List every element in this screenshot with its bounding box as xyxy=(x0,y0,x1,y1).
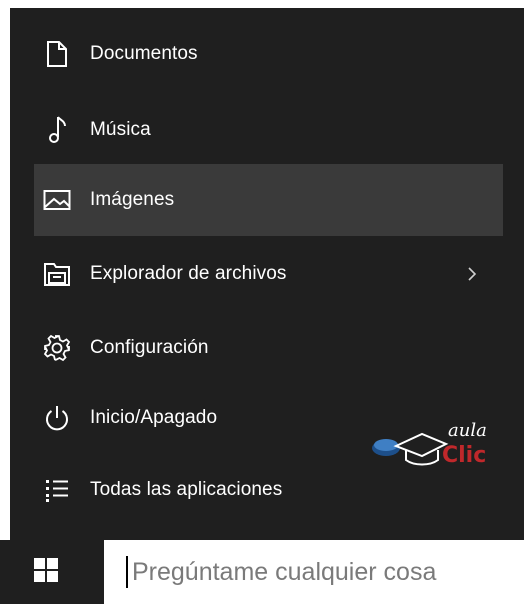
search-placeholder: Pregúntame cualquier cosa xyxy=(132,557,437,586)
menu-item-label: Explorador de archivos xyxy=(90,263,287,284)
menu-item-explorador[interactable]: Explorador de archivos xyxy=(34,248,503,300)
start-menu-panel: Documentos Música Imágenes Explorador de… xyxy=(10,8,524,540)
start-menu: Documentos Música Imágenes Explorador de… xyxy=(0,0,524,604)
taskbar: Pregúntame cualquier cosa xyxy=(0,540,524,604)
logo-clic-text: Clic xyxy=(442,443,486,468)
file-explorer-icon xyxy=(42,259,72,289)
gear-icon xyxy=(42,333,72,363)
logo-aula-text: aula xyxy=(448,420,487,441)
aulaclic-logo: aula Clic xyxy=(360,414,490,476)
document-icon xyxy=(42,39,72,69)
menu-item-label: Imágenes xyxy=(90,189,175,210)
power-icon xyxy=(42,403,72,433)
menu-item-configuracion[interactable]: Configuración xyxy=(34,322,503,374)
menu-item-label: Inicio/Apagado xyxy=(90,407,218,428)
search-box[interactable]: Pregúntame cualquier cosa xyxy=(104,540,524,604)
menu-item-imagenes[interactable]: Imágenes xyxy=(34,164,503,236)
text-caret xyxy=(126,556,128,588)
menu-item-musica[interactable]: Música xyxy=(34,104,503,156)
chevron-right-icon xyxy=(467,248,477,300)
all-apps-list-icon xyxy=(42,475,72,505)
picture-icon xyxy=(42,185,72,215)
start-button[interactable] xyxy=(0,540,92,604)
menu-item-documentos[interactable]: Documentos xyxy=(34,28,503,80)
menu-item-label: Todas las aplicaciones xyxy=(90,479,283,500)
menu-item-label: Música xyxy=(90,119,151,140)
music-note-icon xyxy=(42,115,72,145)
menu-item-label: Documentos xyxy=(90,43,198,64)
menu-item-label: Configuración xyxy=(90,337,209,358)
windows-logo-icon xyxy=(34,557,58,587)
